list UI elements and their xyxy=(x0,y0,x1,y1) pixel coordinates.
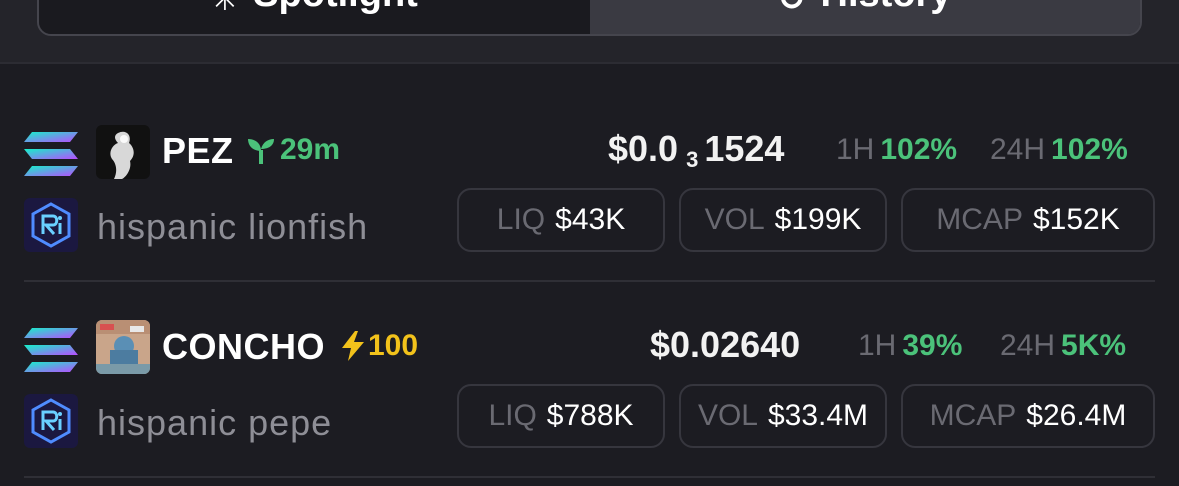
liq-value: $788K xyxy=(546,399,634,432)
badge-text: 29m xyxy=(280,133,341,166)
price-zero-count: 3 xyxy=(686,147,699,172)
change-1h-label: 1H xyxy=(836,133,875,166)
market-cap-pill: MCAP $152K xyxy=(901,188,1155,252)
change-1h: 1H 102% xyxy=(836,133,957,167)
liq-label: LIQ xyxy=(488,399,537,432)
history-icon: ↺ xyxy=(778,0,807,16)
header: ✳ Spotlight ↺ History xyxy=(0,0,1179,64)
token-name: hispanic pepe xyxy=(97,402,333,443)
price-digits: 1524 xyxy=(704,128,785,169)
change-24h: 24H 5K% xyxy=(1000,329,1126,363)
solana-logo-icon xyxy=(24,132,78,176)
token-row[interactable]: CONCHO 100 $0.02640 1H 39% 24H 5K% hispani… xyxy=(0,284,1179,480)
solana-logo-icon xyxy=(24,328,78,372)
price-prefix: $0.0 xyxy=(608,128,679,169)
mcap-value: $26.4M xyxy=(1026,399,1127,432)
row-divider xyxy=(24,280,1155,282)
liquidity-pill: LIQ $788K xyxy=(457,384,665,448)
change-24h-value: 102% xyxy=(1051,133,1128,166)
token-avatar xyxy=(96,125,150,179)
lightning-icon xyxy=(342,331,364,361)
row-divider xyxy=(24,476,1155,478)
liq-label: LIQ xyxy=(496,203,546,236)
vol-value: $33.4M xyxy=(767,399,869,432)
liquidity-pill: LIQ $43K xyxy=(457,188,665,252)
vol-label: VOL xyxy=(697,399,758,432)
raydium-logo-icon xyxy=(24,198,78,252)
mcap-value: $152K xyxy=(1032,203,1120,236)
age-badge: 29m xyxy=(246,133,340,167)
score-badge: 100 xyxy=(342,329,418,363)
volume-pill: VOL $33.4M xyxy=(679,384,887,448)
tab-bar: ✳ Spotlight ↺ History xyxy=(37,0,1142,36)
change-24h-label: 24H xyxy=(1000,329,1056,362)
sprout-icon xyxy=(248,139,274,164)
change-24h-value: 5K% xyxy=(1061,329,1127,362)
token-price: $0.02640 xyxy=(650,324,800,366)
mcap-label: MCAP xyxy=(929,399,1017,432)
change-1h: 1H 39% xyxy=(858,329,962,363)
badge-text: 100 xyxy=(368,329,419,362)
tab-label: History xyxy=(821,0,952,16)
tab-history[interactable]: ↺ History xyxy=(589,0,1140,34)
token-price: $0.0 3 1524 xyxy=(608,128,784,173)
change-1h-label: 1H xyxy=(858,329,897,362)
token-name: hispanic lionfish xyxy=(97,206,369,247)
vol-value: $199K xyxy=(774,203,862,236)
mcap-label: MCAP xyxy=(936,203,1023,236)
token-symbol: PEZ xyxy=(162,130,234,171)
raydium-logo-icon xyxy=(24,394,78,448)
liq-value: $43K xyxy=(555,203,626,236)
volume-pill: VOL $199K xyxy=(679,188,887,252)
market-cap-pill: MCAP $26.4M xyxy=(901,384,1155,448)
change-1h-value: 102% xyxy=(880,133,958,166)
token-symbol: CONCHO xyxy=(162,326,325,367)
change-24h: 24H 102% xyxy=(990,133,1128,167)
token-avatar xyxy=(96,320,150,374)
sparkle-icon: ✳ xyxy=(211,0,240,16)
tab-label: Spotlight xyxy=(253,0,418,16)
vol-label: VOL xyxy=(704,203,765,236)
change-1h-value: 39% xyxy=(902,329,963,362)
tab-spotlight[interactable]: ✳ Spotlight xyxy=(39,0,590,34)
change-24h-label: 24H xyxy=(990,133,1046,166)
price-value: $0.02640 xyxy=(650,324,801,365)
token-row[interactable]: PEZ 29m $0.0 3 1524 1H 102% 24H 102% hispani… xyxy=(0,88,1179,284)
